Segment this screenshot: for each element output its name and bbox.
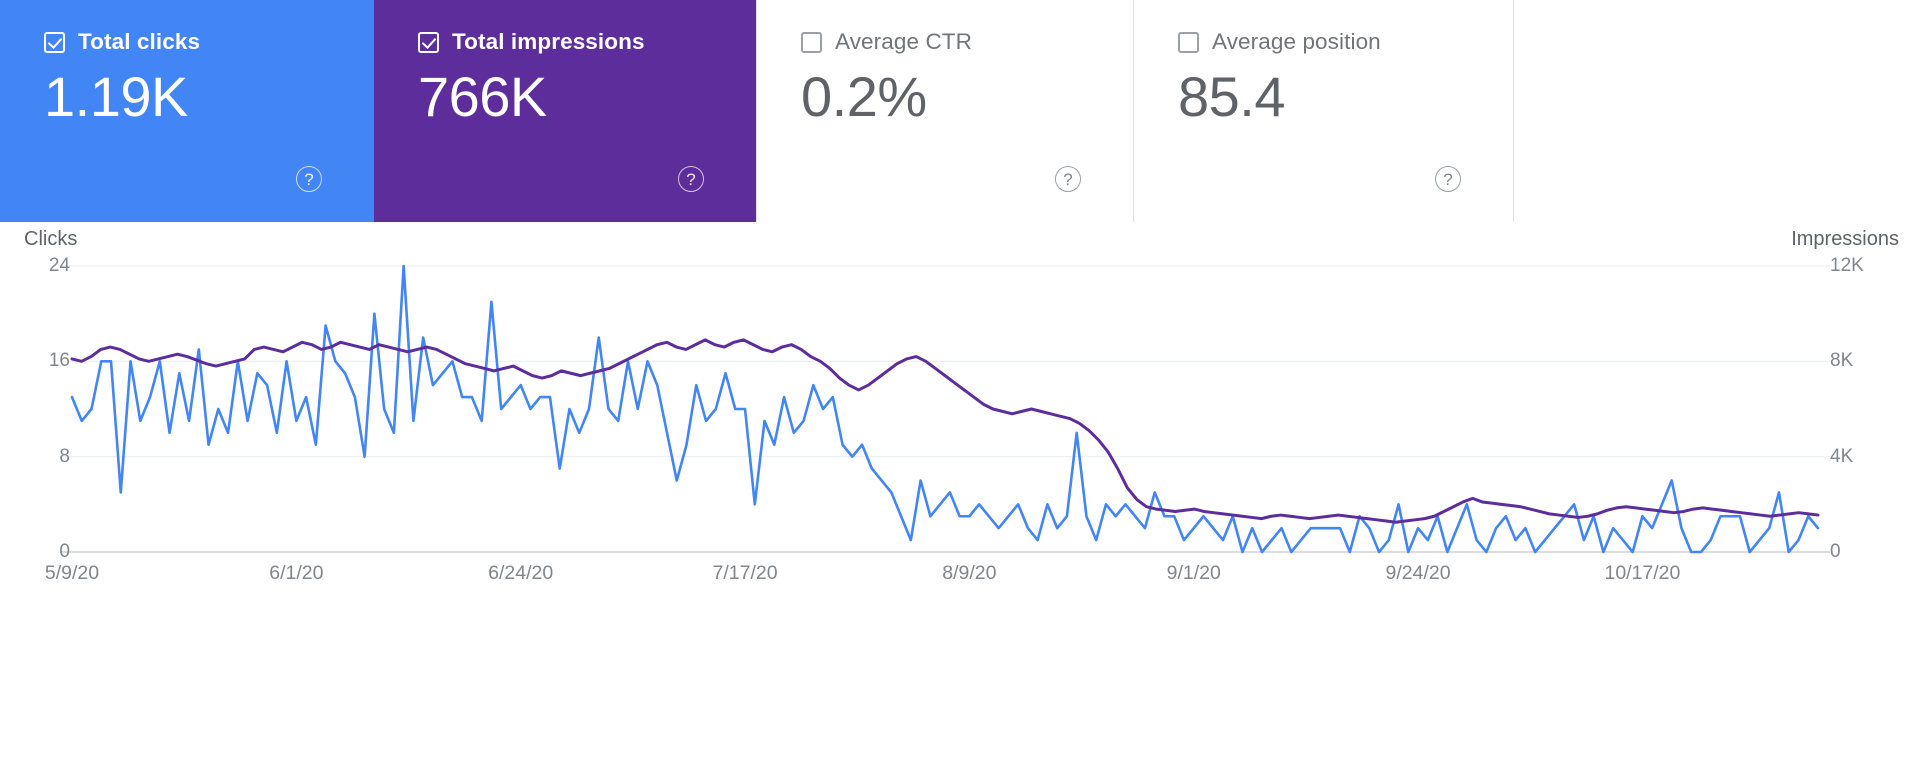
help-circle-icon[interactable]: ? <box>1055 166 1081 192</box>
search-performance-panel: Total clicks 1.19K ? Total impressions 7… <box>0 0 1908 774</box>
help-circle-icon[interactable]: ? <box>296 166 322 192</box>
metric-label-average-position: Average position <box>1212 29 1381 54</box>
x-axis-tick: 9/1/20 <box>1166 562 1221 584</box>
checkbox-total-impressions[interactable] <box>418 31 439 53</box>
metric-label-total-impressions: Total impressions <box>452 29 645 54</box>
help-circle-icon[interactable]: ? <box>1435 166 1461 192</box>
left-axis-tick: 24 <box>48 255 70 276</box>
metric-label-total-clicks: Total clicks <box>78 29 201 54</box>
metric-card-total-impressions[interactable]: Total impressions 766K ? <box>374 0 756 222</box>
left-axis-tick: 8 <box>59 445 70 467</box>
left-axis-tick: 0 <box>59 541 70 562</box>
chart-plot-area <box>60 264 1830 554</box>
x-axis-tick: 9/24/20 <box>1385 562 1451 584</box>
cards-spacer <box>1514 0 1908 222</box>
metric-cards-row: Total clicks 1.19K ? Total impressions 7… <box>0 0 1908 222</box>
metric-card-header: Total impressions <box>418 29 756 54</box>
x-axis-tick: 10/17/20 <box>1604 562 1681 584</box>
x-axis-tick: 6/1/20 <box>269 562 324 584</box>
metric-label-average-ctr: Average CTR <box>835 29 972 54</box>
series-line-impressions <box>70 338 1820 524</box>
metric-card-average-position[interactable]: Average position 85.4 ? <box>1134 0 1514 222</box>
metric-value-average-ctr: 0.2% <box>801 65 927 128</box>
metric-value-total-clicks: 1.19K <box>44 65 188 128</box>
checkbox-total-clicks[interactable] <box>44 31 65 53</box>
metric-value-total-impressions: 766K <box>418 65 547 128</box>
x-axis-tick: 6/24/20 <box>488 562 554 584</box>
right-axis-tick: 8K <box>1830 350 1854 372</box>
series-line-clicks <box>70 264 1820 554</box>
help-circle-icon[interactable]: ? <box>678 166 704 192</box>
metric-card-header: Total clicks <box>44 29 374 54</box>
x-axis-tick: 5/9/20 <box>44 562 100 584</box>
right-axis-tick: 0 <box>1830 541 1841 562</box>
checkbox-average-ctr[interactable] <box>801 31 822 53</box>
right-axis-tick: 4K <box>1830 445 1854 467</box>
metric-card-total-clicks[interactable]: Total clicks 1.19K ? <box>0 0 374 222</box>
right-axis-tick: 12K <box>1830 255 1864 276</box>
checkbox-average-position[interactable] <box>1178 31 1199 53</box>
left-axis-tick: 16 <box>48 350 70 372</box>
metric-card-average-ctr[interactable]: Average CTR 0.2% ? <box>756 0 1134 222</box>
metric-value-average-position: 85.4 <box>1178 65 1286 128</box>
metric-card-header: Average position <box>1178 29 1513 54</box>
metric-card-header: Average CTR <box>801 29 1133 54</box>
performance-chart: Clicks Impressions 0 8 16 24 0 4K 8K 12K 5/9/2… <box>0 222 1908 774</box>
x-axis-tick: 8/9/20 <box>942 562 997 584</box>
x-axis-tick: 7/17/20 <box>712 562 778 584</box>
